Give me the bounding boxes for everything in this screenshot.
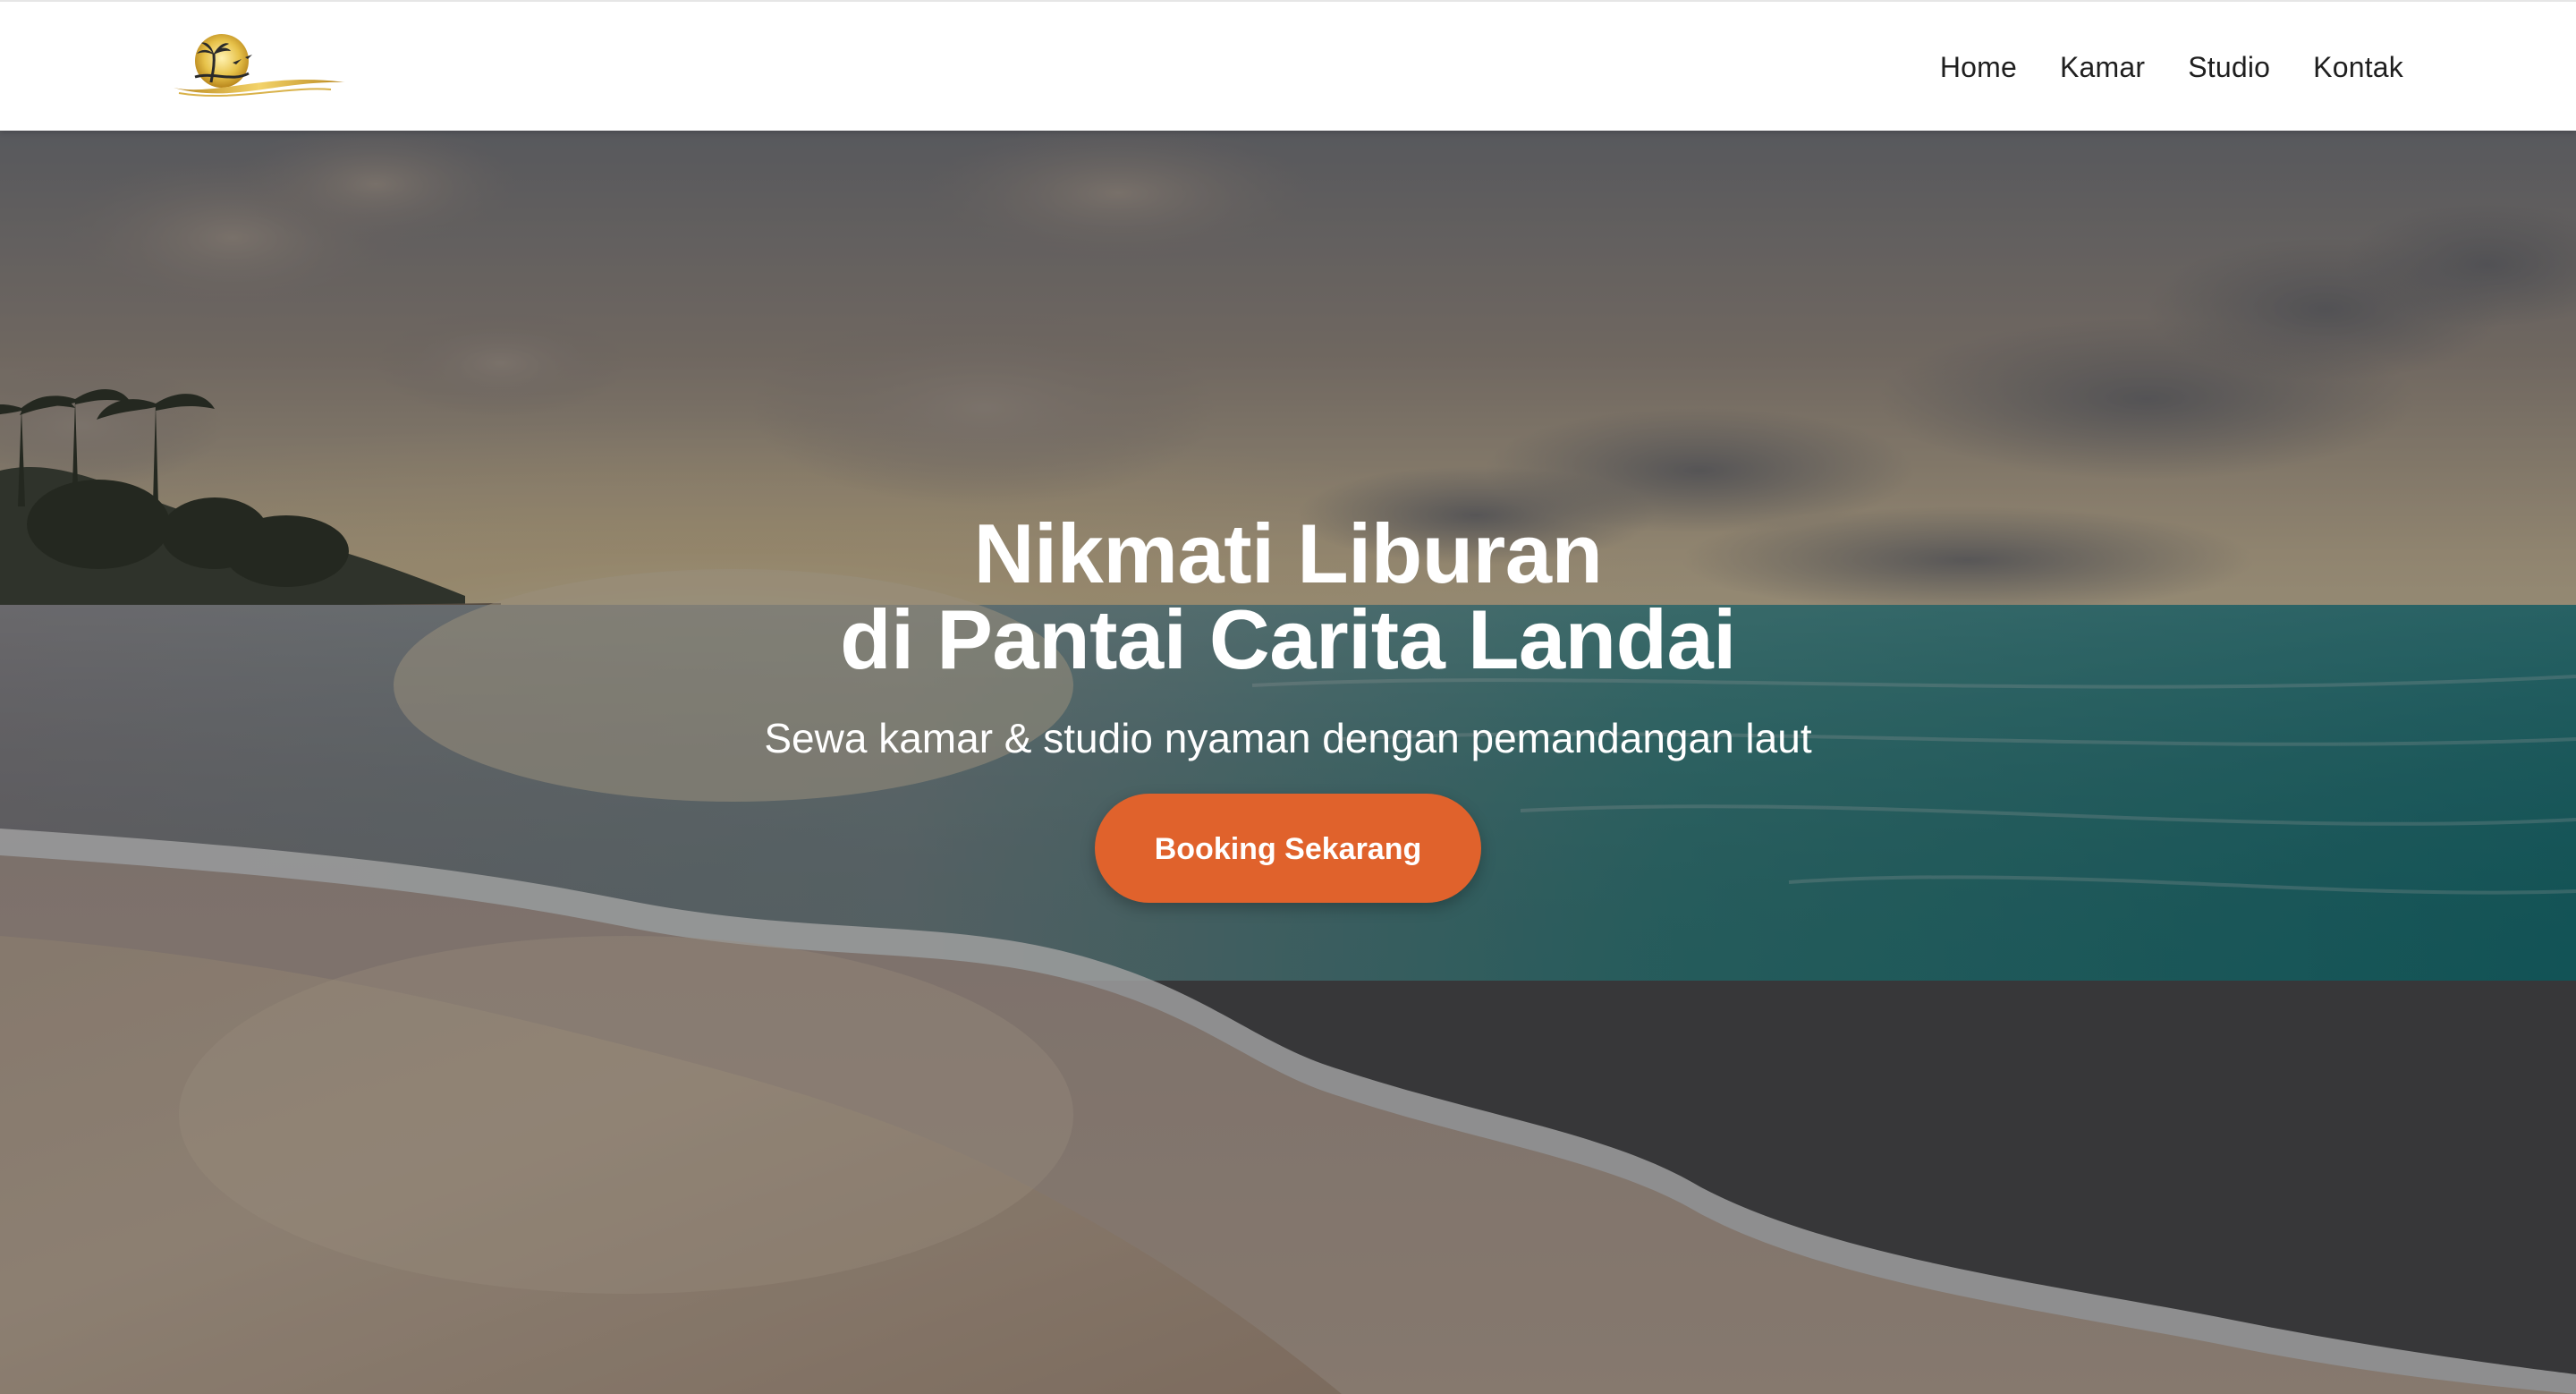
- hero-title: Nikmati Liburan di Pantai Carita Landai: [0, 511, 2576, 683]
- booking-button[interactable]: Booking Sekarang: [1095, 794, 1481, 903]
- hero-subtitle: Sewa kamar & studio nyaman dengan pemand…: [764, 715, 1812, 761]
- hero-section: Nikmati Liburan di Pantai Carita Landai …: [0, 131, 2576, 1394]
- navbar: Home Kamar Studio Kontak: [0, 0, 2576, 131]
- hero-title-line-2: di Pantai Carita Landai: [840, 592, 1736, 686]
- hero-content: Nikmati Liburan di Pantai Carita Landai …: [0, 511, 2576, 903]
- main-nav: Home Kamar Studio Kontak: [1940, 2, 2403, 132]
- nav-item-studio[interactable]: Studio: [2188, 51, 2270, 84]
- brand-logo[interactable]: [170, 27, 349, 107]
- sunset-palm-logo-icon: [174, 34, 345, 98]
- nav-item-kontak[interactable]: Kontak: [2313, 51, 2403, 84]
- nav-item-home[interactable]: Home: [1940, 51, 2017, 84]
- hero-title-line-1: Nikmati Liburan: [973, 506, 1603, 600]
- nav-item-kamar[interactable]: Kamar: [2060, 51, 2145, 84]
